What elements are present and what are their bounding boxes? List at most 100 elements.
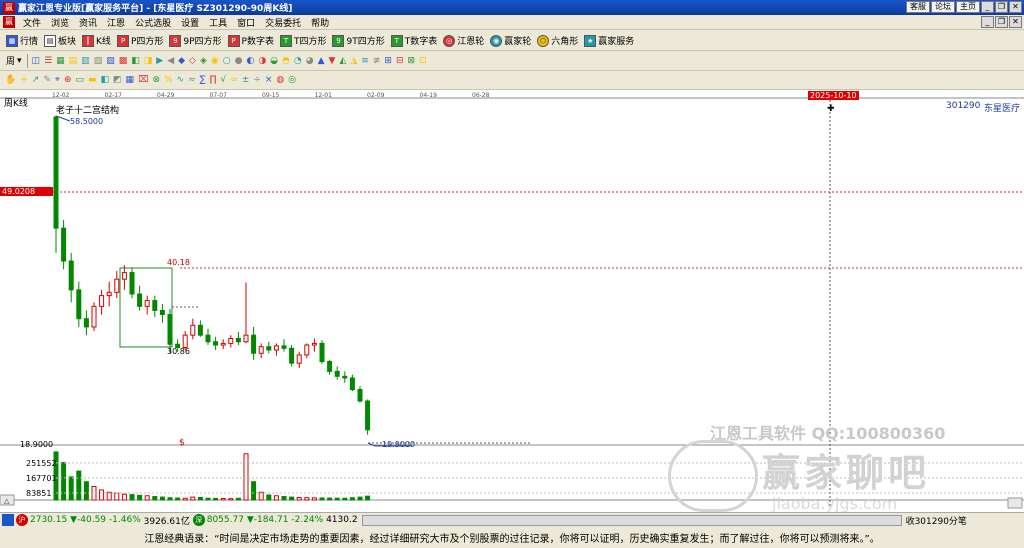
restore-button[interactable]: ❐ [995,1,1008,13]
tool-t-number[interactable]: T T数字表 [388,34,441,47]
analysis-tool-icon[interactable]: ± [242,75,250,85]
tool-p-square[interactable]: P P四方形 [114,34,166,47]
analysis-tool-icon[interactable]: ▬ [88,75,97,85]
toolbar-tool-icon[interactable]: ◫ [32,56,41,66]
tool-winner-wheel[interactable]: ◉ 赢家轮 [487,34,534,47]
toolbar-tool-icon[interactable]: ◓ [282,56,290,66]
toolbar-tool-icon[interactable]: ◒ [270,56,278,66]
market-icon[interactable] [2,514,14,526]
mdi-close-button[interactable]: ✕ [1009,16,1022,28]
menu-trade[interactable]: 交易委托 [260,16,306,29]
mdi-minimize-button[interactable]: _ [981,16,994,28]
analysis-tool-icon[interactable]: ◩ [113,75,122,85]
tool-9p-square[interactable]: 9 9P四方形 [166,34,224,47]
toolbar-tool-icon[interactable]: ▨ [106,56,115,66]
app-menu-icon[interactable]: 赢 [3,16,15,28]
home-link[interactable]: 主页 [956,1,980,13]
analysis-tool-icon[interactable]: ≈ [188,75,196,85]
toolbar-tool-icon[interactable]: ◮ [350,56,357,66]
candle-body [190,324,196,336]
toolbar-tool-icon[interactable]: ▧ [94,56,103,66]
tool-t-square[interactable]: T T四方形 [277,34,330,47]
tool-service[interactable]: ★ 赢家服务 [581,34,637,47]
toolbar-tool-icon[interactable]: ◐ [246,56,254,66]
toolbar-tool-icon[interactable]: ☰ [44,56,52,66]
date-tick-label: 12-01 [315,92,333,99]
tool-9t-square[interactable]: 9 9T四方形 [329,34,387,47]
toolbar-tool-icon[interactable]: ◉ [211,56,219,66]
tool-sectors[interactable]: ▤ 板块 [41,34,79,47]
toolbar-tool-icon[interactable]: ⊟ [396,56,404,66]
menu-formula[interactable]: 公式选股 [130,16,176,29]
mdi-restore-button[interactable]: ❐ [995,16,1008,28]
volume-bar [281,496,287,501]
tool-p-number[interactable]: P P数字表 [225,34,277,47]
analysis-tool-icon[interactable]: ÷ [253,75,261,85]
menu-browse[interactable]: 浏览 [46,16,74,29]
toolbar-tool-icon[interactable]: ◭ [339,56,346,66]
analysis-tool-icon[interactable]: ▭ [75,75,84,85]
analysis-tool-icon[interactable]: ⌧ [138,75,148,85]
chart-area[interactable]: 12-02 02-17 04-29 07-07 09-15 12-01 02-09 04-19… [0,90,1024,513]
tool-quotes[interactable]: ▦ 行情 [3,34,41,47]
toolbar-tool-icon[interactable]: ▶ [156,56,163,66]
toolbar-tool-icon[interactable]: ⊠ [407,56,415,66]
menu-tools[interactable]: 工具 [204,16,232,29]
service-link[interactable]: 客服 [906,1,930,13]
analysis-tool-icon[interactable]: ∿ [177,75,185,85]
analysis-tool-icon[interactable]: × [265,75,273,85]
toolbar-tool-icon[interactable]: ◀ [167,56,174,66]
toolbar-tool-icon[interactable]: ◈ [200,56,207,66]
status-scrollbar[interactable] [361,514,902,526]
toolbar-tool-icon[interactable]: ◑ [258,56,266,66]
analysis-tool-icon[interactable]: ⊕ [64,75,72,85]
toolbar-tool-icon[interactable]: ▦ [56,56,65,66]
toolbar-tool-icon[interactable]: ▩ [119,56,128,66]
analysis-tool-icon[interactable]: √ [221,75,227,85]
analysis-tool-icon[interactable]: + [20,75,28,85]
tool-gann-wheel[interactable]: ◎ 江恩轮 [440,34,487,47]
tool-kline[interactable]: ┃ K线 [79,34,114,47]
analysis-tool-icon[interactable]: ◧ [101,75,110,85]
analysis-tool-icon[interactable]: ∑ [200,75,206,85]
toolbar-tool-icon[interactable]: ◇ [189,56,196,66]
menu-file[interactable]: 文件 [18,16,46,29]
analysis-tool-icon[interactable]: ⊗ [152,75,160,85]
toolbar-tool-icon[interactable]: ◔ [294,56,302,66]
toolbar-tool-icon[interactable]: ◨ [144,56,153,66]
toolbar-tool-icon[interactable]: ● [235,56,243,66]
analysis-tool-icon[interactable]: ◎ [288,75,296,85]
toolbar-tool-icon[interactable]: ≢ [373,56,381,66]
minimize-button[interactable]: _ [981,1,994,13]
forum-link[interactable]: 论坛 [931,1,955,13]
period-select[interactable]: 周 ▾ [3,54,25,68]
tool-hexagon[interactable]: ⬡ 六角形 [534,34,581,47]
analysis-tool-icon[interactable]: ◍ [276,75,284,85]
volume-bar [159,496,165,501]
analysis-tool-icon[interactable]: ∞ [230,75,238,85]
toolbar-tool-icon[interactable]: ◆ [178,56,185,66]
toolbar-tool-icon[interactable]: ○ [223,56,231,66]
analysis-tool-icon[interactable]: ↗ [32,75,40,85]
analysis-tool-icon[interactable]: ⌖ [55,75,60,85]
close-button[interactable]: ✕ [1009,1,1022,13]
menu-settings[interactable]: 设置 [176,16,204,29]
toolbar-tool-icon[interactable]: ▼ [329,56,336,66]
toolbar-tool-icon[interactable]: ◕ [306,56,314,66]
toolbar-tool-icon[interactable]: ≡ [361,56,369,66]
toolbar-tool-icon[interactable]: ⊞ [384,56,392,66]
menu-news[interactable]: 资讯 [74,16,102,29]
menu-window[interactable]: 窗口 [232,16,260,29]
analysis-tool-icon[interactable]: ▦ [126,75,135,85]
analysis-tool-icon[interactable]: ∏ [210,75,217,85]
menu-help[interactable]: 帮助 [306,16,334,29]
analysis-tool-icon[interactable]: ✎ [43,75,51,85]
toolbar-tool-icon[interactable]: ◧ [131,56,140,66]
analysis-tool-icon[interactable]: % [164,75,173,85]
toolbar-tool-icon[interactable]: ▥ [81,56,90,66]
toolbar-tool-icon[interactable]: ▤ [69,56,78,66]
toolbar-tool-icon[interactable]: ⊡ [419,56,427,66]
analysis-tool-icon[interactable]: ✋ [5,75,16,85]
toolbar-tool-icon[interactable]: ▲ [318,56,325,66]
menu-gann[interactable]: 江恩 [102,16,130,29]
